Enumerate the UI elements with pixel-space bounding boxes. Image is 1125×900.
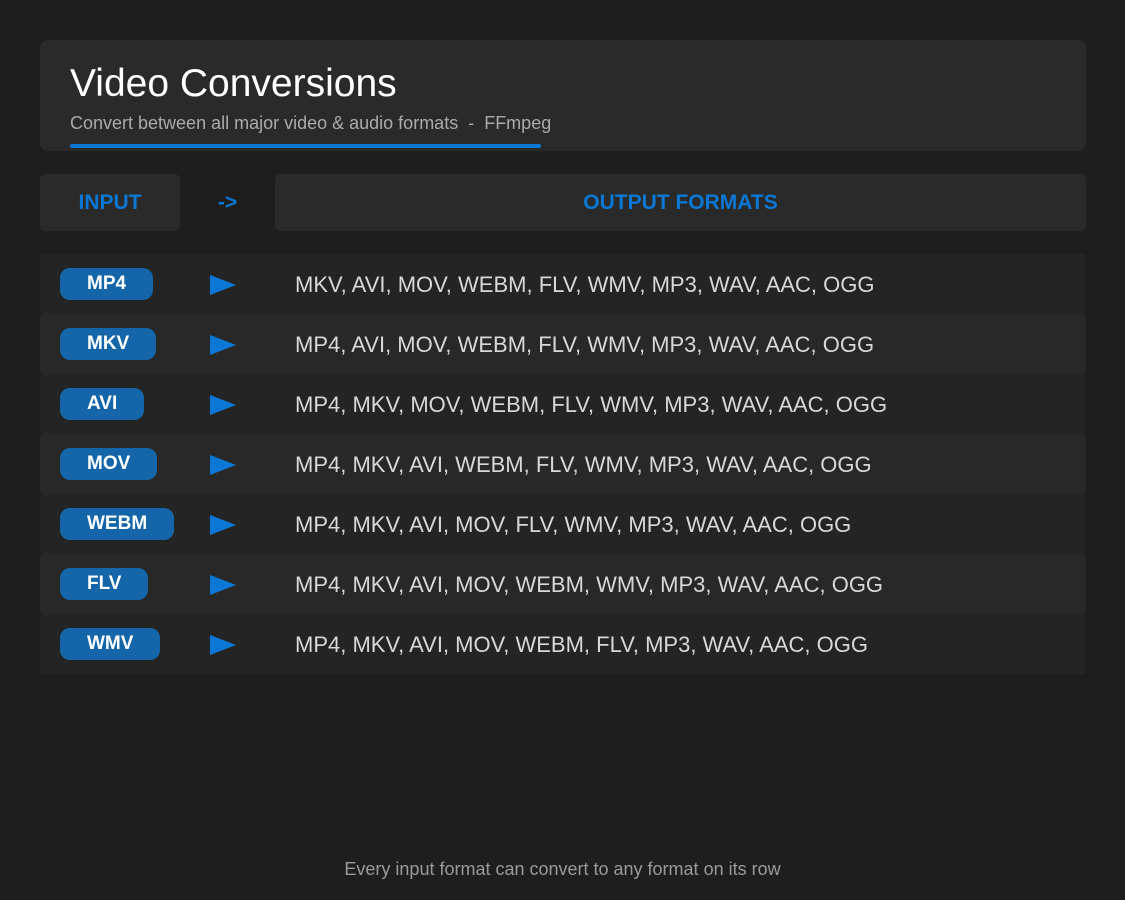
play-triangle-icon (210, 455, 236, 475)
table-row: WMV MP4, MKV, AVI, MOV, WEBM, FLV, MP3, W… (40, 614, 1086, 674)
header-accent-bar (70, 144, 541, 148)
input-format-badge: FLV (60, 568, 149, 600)
table-row: FLV MP4, MKV, AVI, MOV, WEBM, WMV, MP3, W… (40, 554, 1086, 614)
input-format-badge: MOV (60, 448, 158, 480)
input-column-header: INPUT (40, 174, 180, 231)
output-column-header: OUTPUT FORMATS (275, 174, 1086, 231)
play-triangle-icon (210, 395, 236, 415)
play-triangle-icon (210, 635, 236, 655)
page-subtitle: Convert between all major video & audio … (70, 113, 552, 133)
conversion-table: MP4 MKV, AVI, MOV, WEBM, FLV, WMV, MP3, W… (40, 254, 1086, 674)
page-title: Video Conversions (70, 62, 397, 105)
output-formats-list: MKV, AVI, MOV, WEBM, FLV, WMV, MP3, WAV,… (295, 272, 875, 297)
input-format-badge: WEBM (60, 508, 175, 540)
input-format-badge: MP4 (60, 268, 154, 300)
table-row: MOV MP4, MKV, AVI, WEBM, FLV, WMV, MP3, W… (40, 434, 1086, 494)
output-formats-list: MP4, AVI, MOV, WEBM, FLV, WMV, MP3, WAV,… (295, 332, 875, 357)
input-format-badge: AVI (60, 388, 145, 420)
header-panel: Video Conversions (40, 40, 1086, 151)
arrow-column-header: -> (217, 190, 238, 214)
output-formats-list: MP4, MKV, AVI, MOV, FLV, WMV, MP3, WAV, … (295, 512, 852, 537)
play-triangle-icon (210, 335, 236, 355)
play-triangle-icon (210, 515, 236, 535)
table-row: MP4 MKV, AVI, MOV, WEBM, FLV, WMV, MP3, W… (40, 254, 1086, 314)
footer-note: Every input format can convert to any fo… (344, 859, 781, 879)
play-triangle-icon (210, 275, 236, 295)
output-formats-list: MP4, MKV, AVI, WEBM, FLV, WMV, MP3, WAV,… (295, 452, 872, 477)
input-format-badge: MKV (60, 328, 157, 360)
page: Video Conversions Convert between all ma… (0, 0, 1125, 900)
output-formats-list: MP4, MKV, MOV, WEBM, FLV, WMV, MP3, WAV,… (295, 392, 888, 417)
table-row: WEBM MP4, MKV, AVI, MOV, FLV, WMV, MP3, W… (40, 494, 1086, 554)
play-triangle-icon (210, 575, 236, 595)
output-formats-list: MP4, MKV, AVI, MOV, WEBM, FLV, MP3, WAV,… (295, 632, 868, 657)
input-format-badge: WMV (60, 628, 161, 660)
output-formats-list: MP4, MKV, AVI, MOV, WEBM, WMV, MP3, WAV,… (295, 572, 884, 597)
table-row: MKV MP4, AVI, MOV, WEBM, FLV, WMV, MP3, W… (40, 314, 1086, 374)
table-row: AVI MP4, MKV, MOV, WEBM, FLV, WMV, MP3, W… (40, 374, 1086, 434)
